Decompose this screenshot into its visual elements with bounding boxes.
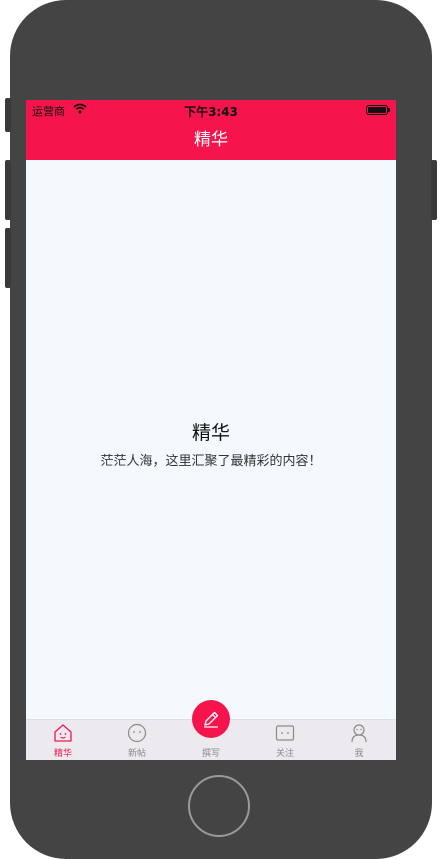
tab-label: 关注 — [275, 749, 294, 759]
power-button — [431, 160, 437, 220]
nav-title: 精华 — [194, 130, 228, 150]
tab-label: 精华 — [53, 749, 72, 759]
pencil-icon — [204, 711, 219, 728]
volume-down-button — [5, 228, 11, 288]
status-bar: 运营商 下午3:43 — [26, 100, 396, 120]
house-face-icon — [53, 723, 73, 743]
navigation-bar: 精华 — [26, 120, 396, 160]
compose-button[interactable] — [192, 700, 230, 738]
mute-switch — [5, 98, 11, 132]
app-screen: 运营商 下午3:43 精华 精华 茫茫人海，这里汇聚了最精彩的内容！ 精华 新帖… — [26, 100, 396, 760]
battery-icon — [366, 105, 390, 115]
page-title: 精华 — [191, 422, 230, 444]
tab-label: 撰写 — [201, 749, 220, 759]
status-time: 下午3:43 — [184, 105, 238, 119]
tab-following[interactable]: 关注 — [248, 720, 322, 760]
page-subtitle: 茫茫人海，这里汇聚了最精彩的内容！ — [100, 454, 322, 469]
home-button[interactable] — [188, 775, 250, 837]
tab-me[interactable]: 我 — [322, 720, 396, 760]
tab-new-posts[interactable]: 新帖 — [100, 720, 174, 760]
tab-label: 我 — [354, 749, 364, 759]
person-icon — [349, 723, 369, 743]
smiley-face-icon — [127, 723, 147, 743]
volume-up-button — [5, 160, 11, 220]
tab-label: 新帖 — [127, 749, 146, 759]
box-face-icon — [275, 723, 295, 743]
tab-featured[interactable]: 精华 — [26, 720, 100, 760]
